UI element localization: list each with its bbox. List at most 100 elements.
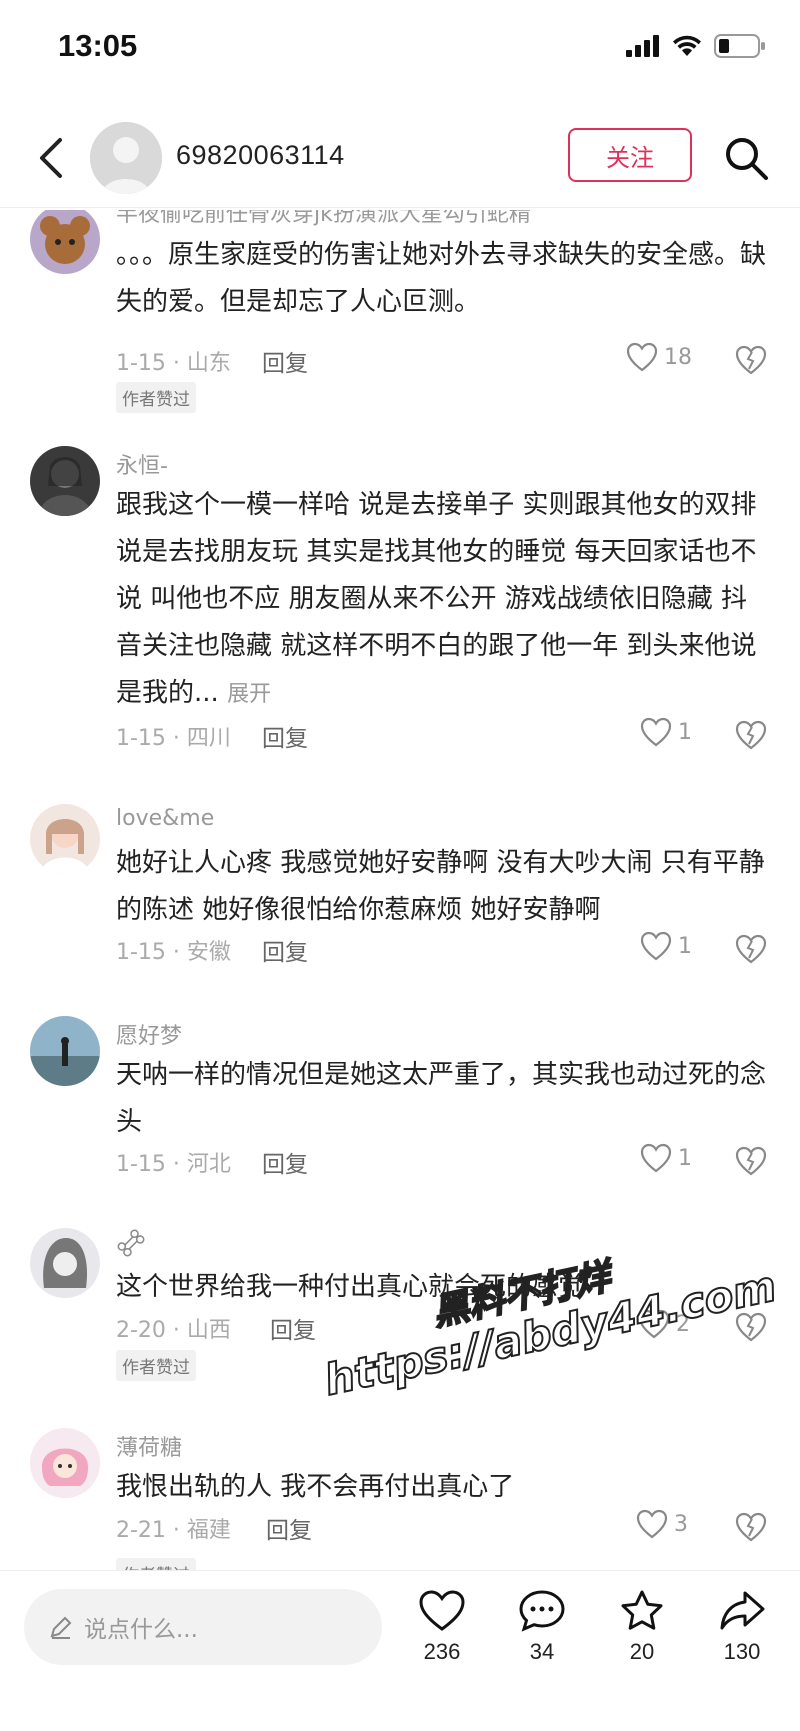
commenter-name[interactable]: love&me bbox=[116, 806, 214, 831]
comment-text-content: 天呐一样的情况但是她这太严重了，其实我也动过死的念头 bbox=[116, 1060, 767, 1137]
reply-button[interactable]: 回复 bbox=[262, 719, 308, 753]
like-count: 236 bbox=[423, 1639, 461, 1664]
expand-link[interactable]: 展开 bbox=[227, 682, 271, 707]
author-liked-badge: 作者赞过 bbox=[116, 1558, 196, 1570]
dislike-icon[interactable] bbox=[734, 1310, 768, 1342]
reply-button[interactable]: 回复 bbox=[266, 1511, 312, 1545]
share-arrow-icon bbox=[720, 1591, 765, 1630]
dislike-icon[interactable] bbox=[734, 718, 768, 750]
author-liked-badge: 作者赞过 bbox=[116, 382, 196, 413]
comment-item: 愿好梦 天呐一样的情况但是她这太严重了，其实我也动过死的念头 1-15 · 河北… bbox=[0, 1016, 800, 1186]
wifi-icon bbox=[673, 35, 701, 56]
commenter-name[interactable]: 愿好梦 bbox=[116, 1018, 182, 1050]
like-button[interactable]: 1 bbox=[640, 717, 692, 747]
battery-icon bbox=[714, 34, 765, 58]
chat-bubble-icon bbox=[519, 1590, 565, 1632]
like-count: 18 bbox=[664, 344, 692, 370]
status-time: 13:05 bbox=[58, 28, 138, 63]
comment-count: 34 bbox=[529, 1639, 555, 1664]
comment-meta: 1-15 · 山东 bbox=[116, 351, 231, 376]
comment-input[interactable]: 说点什么... bbox=[24, 1589, 382, 1665]
follow-button[interactable]: 关注 bbox=[568, 128, 692, 182]
commenter-avatar[interactable] bbox=[30, 210, 100, 274]
heart-outline-icon bbox=[626, 342, 658, 372]
commenter-avatar[interactable] bbox=[30, 1016, 100, 1086]
commenter-avatar[interactable] bbox=[30, 446, 100, 516]
comment-item: 永恒- 跟我这个一模一样哈 说是去接单子 实则跟其他女的双排 说是去找朋友玩 其… bbox=[0, 446, 800, 766]
like-count: 1 bbox=[678, 719, 692, 745]
heart-outline-icon bbox=[640, 717, 672, 747]
author-liked-badge: 作者赞过 bbox=[116, 1350, 196, 1381]
like-count: 3 bbox=[674, 1511, 688, 1537]
like-count: 1 bbox=[678, 1145, 692, 1171]
like-button[interactable]: 1 bbox=[640, 1143, 692, 1173]
like-count: 1 bbox=[678, 933, 692, 959]
comment-text-content: 。。。原生家庭受的伤害让她对外去寻求缺失的安全感。缺失的爱。但是却忘了人心叵测。 bbox=[116, 240, 767, 317]
favorite-action[interactable]: 20 bbox=[602, 1589, 682, 1665]
commenter-avatar[interactable] bbox=[30, 1228, 100, 1298]
share-action[interactable]: 130 bbox=[702, 1589, 782, 1665]
commenter-name[interactable]: 半夜偷吃前任骨灰穿jk扮演派大星勾引蛇精 bbox=[116, 210, 531, 228]
profile-header: 69820063114 关注 bbox=[0, 108, 800, 208]
commenter-name[interactable]: 永恒- bbox=[116, 448, 168, 480]
comment-text: 她好让人心疼 我感觉她好安静啊 没有大吵大闹 只有平静的陈述 她好像很怕给你惹麻… bbox=[116, 840, 766, 934]
reply-button[interactable]: 回复 bbox=[270, 1311, 316, 1345]
like-count: 2 bbox=[676, 1311, 690, 1337]
status-icons bbox=[626, 34, 766, 58]
search-icon[interactable] bbox=[722, 134, 770, 182]
comment-text-content: 这个世界给我一种付出真心就会死的感觉 bbox=[116, 1272, 585, 1302]
reply-button[interactable]: 回复 bbox=[262, 344, 308, 378]
comment-meta: 2-20 · 山西 bbox=[116, 1318, 231, 1343]
comment-meta: 1-15 · 安徽 bbox=[116, 940, 231, 965]
like-button[interactable]: 3 bbox=[636, 1509, 688, 1539]
star-icon bbox=[621, 1590, 663, 1630]
status-bar: 13:05 bbox=[0, 0, 800, 100]
like-button[interactable]: 1 bbox=[640, 931, 692, 961]
comment-text-content: 跟我这个一模一样哈 说是去接单子 实则跟其他女的双排 说是去找朋友玩 其实是找其… bbox=[116, 490, 757, 708]
like-button[interactable]: 2 bbox=[638, 1309, 690, 1339]
comment-meta: 1-15 · 河北 bbox=[116, 1152, 231, 1177]
comment-text-content: 我恨出轨的人 我不会再付出真心了 bbox=[116, 1472, 515, 1502]
comment-input-placeholder: 说点什么... bbox=[84, 1617, 198, 1643]
comment-list: 半夜偷吃前任骨灰穿jk扮演派大星勾引蛇精 。。。原生家庭受的伤害让她对外去寻求缺… bbox=[0, 210, 800, 1570]
default-avatar-icon bbox=[90, 122, 162, 194]
like-action[interactable]: 236 bbox=[402, 1589, 482, 1665]
reply-button[interactable]: 回复 bbox=[262, 1145, 308, 1179]
heart-outline-icon bbox=[636, 1509, 668, 1539]
heart-outline-icon bbox=[640, 931, 672, 961]
comment-text-content: 她好让人心疼 我感觉她好安静啊 没有大吵大闹 只有平静的陈述 她好像很怕给你惹麻… bbox=[116, 848, 765, 925]
dislike-icon[interactable] bbox=[734, 343, 768, 375]
user-avatar[interactable] bbox=[90, 122, 162, 194]
comment-item: 半夜偷吃前任骨灰穿jk扮演派大星勾引蛇精 。。。原生家庭受的伤害让她对外去寻求缺… bbox=[0, 210, 800, 413]
heart-outline-icon bbox=[640, 1143, 672, 1173]
comment-item: 薄荷糖 我恨出轨的人 我不会再付出真心了 2-21 · 福建 回复 3 作者赞过 bbox=[0, 1428, 800, 1570]
comment-text: 我恨出轨的人 我不会再付出真心了 bbox=[116, 1464, 766, 1511]
comment-text: 跟我这个一模一样哈 说是去接单子 实则跟其他女的双排 说是去找朋友玩 其实是找其… bbox=[116, 482, 766, 718]
heart-icon bbox=[419, 1590, 465, 1631]
like-button[interactable]: 18 bbox=[626, 342, 692, 372]
bottom-action-bar: 说点什么... 236 34 20 130 bbox=[0, 1570, 800, 1731]
commenter-avatar[interactable] bbox=[30, 804, 100, 874]
comment-text: 。。。原生家庭受的伤害让她对外去寻求缺失的安全感。缺失的爱。但是却忘了人心叵测。 bbox=[116, 232, 766, 326]
commenter-name[interactable]: 薄荷糖 bbox=[116, 1430, 182, 1462]
dislike-icon[interactable] bbox=[734, 1144, 768, 1176]
comment-meta: 2-21 · 福建 bbox=[116, 1518, 231, 1543]
signal-icon bbox=[626, 35, 659, 57]
heart-outline-icon bbox=[638, 1309, 670, 1339]
comment-item: 这个世界给我一种付出真心就会死的感觉 2-20 · 山西 回复 2 作者赞过 bbox=[0, 1228, 800, 1398]
commenter-avatar[interactable] bbox=[30, 1428, 100, 1498]
dislike-icon[interactable] bbox=[734, 932, 768, 964]
comment-action[interactable]: 34 bbox=[502, 1589, 582, 1665]
comment-meta: 1-15 · 四川 bbox=[116, 726, 231, 751]
comment-text: 天呐一样的情况但是她这太严重了，其实我也动过死的念头 bbox=[116, 1052, 766, 1146]
favorite-count: 20 bbox=[629, 1639, 655, 1664]
bone-icon bbox=[117, 1229, 145, 1257]
comment-text: 这个世界给我一种付出真心就会死的感觉 bbox=[116, 1264, 766, 1311]
pencil-icon bbox=[50, 1616, 72, 1639]
reply-button[interactable]: 回复 bbox=[262, 933, 308, 967]
username: 69820063114 bbox=[176, 140, 345, 170]
dislike-icon[interactable] bbox=[734, 1510, 768, 1542]
comment-item: love&me 她好让人心疼 我感觉她好安静啊 没有大吵大闹 只有平静的陈述 她… bbox=[0, 804, 800, 974]
share-count: 130 bbox=[723, 1639, 761, 1664]
back-icon[interactable] bbox=[32, 136, 72, 180]
